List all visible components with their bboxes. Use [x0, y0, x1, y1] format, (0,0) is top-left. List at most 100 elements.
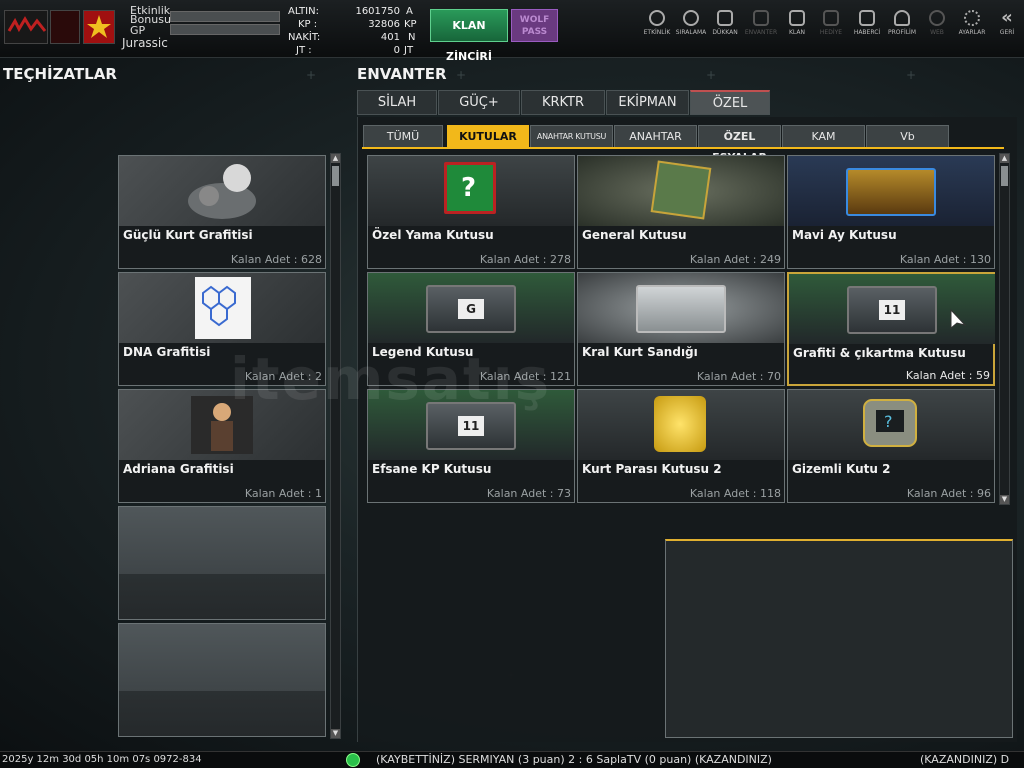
plus-marker: +: [706, 68, 717, 82]
rank-badge: [83, 10, 115, 44]
nav-geri[interactable]: «GERİ: [990, 7, 1024, 37]
nav-label: ETKİNLİK: [643, 29, 671, 36]
box-badge: G: [458, 299, 484, 319]
nav-label: PROFİLİM: [887, 29, 917, 36]
game-logo: [4, 10, 48, 44]
tab-ekipman[interactable]: EKİPMAN: [606, 90, 689, 115]
scroll-thumb[interactable]: [1001, 166, 1008, 186]
nav-haberci[interactable]: HABERCİ: [850, 10, 884, 36]
inventory-item[interactable]: ? Özel Yama Kutusu Kalan Adet : 278: [367, 155, 575, 269]
currency-unit: KP: [404, 19, 417, 30]
plus-marker: +: [906, 68, 917, 82]
item-name: Kurt Parası Kutusu 2: [582, 462, 722, 476]
subtab-anahtar[interactable]: ANAHTAR: [614, 125, 697, 148]
inventory-scrollbar[interactable]: ▲ ▼: [999, 153, 1010, 505]
currency-label: ALTIN:: [288, 6, 319, 17]
item-image: [578, 273, 784, 343]
item-image: ?: [368, 156, 574, 226]
wolf-pass-button[interactable]: WOLF PASS: [511, 9, 558, 42]
item-image: [578, 156, 784, 226]
server-time: 2025y 12m 30d 05h 10m 07s 0972-834: [2, 754, 202, 765]
wolf-pass-line2: PASS: [521, 27, 548, 37]
item-name: Özel Yama Kutusu: [372, 228, 494, 242]
gear-icon: [964, 10, 980, 26]
item-name: Gizemli Kutu 2: [792, 462, 891, 476]
empty-slot[interactable]: [118, 623, 326, 737]
nav-label: KLAN: [788, 29, 805, 36]
techizatlar-title: TEÇHİZATLAR: [3, 65, 117, 83]
card-name: DNA Grafitisi: [123, 345, 211, 359]
nav-etkinlik[interactable]: ETKİNLİK: [640, 10, 674, 36]
scroll-down-icon[interactable]: ▼: [331, 729, 340, 738]
item-name: General Kutusu: [582, 228, 687, 242]
globe-icon: [929, 10, 945, 26]
inventory-item-selected[interactable]: 11 Grafiti & çıkartma Kutusu Kalan Adet …: [787, 272, 995, 386]
medal-icon: [683, 10, 699, 26]
currency-value: 401: [380, 32, 400, 43]
box-badge: 11: [879, 300, 905, 320]
inventory-item[interactable]: Kurt Parası Kutusu 2 Kalan Adet : 118: [577, 389, 785, 503]
item-detail-panel: [665, 539, 1013, 738]
tab-ozel[interactable]: ÖZEL: [690, 90, 770, 115]
item-name: Efsane KP Kutusu: [372, 462, 492, 476]
inventory-icon: [753, 10, 769, 26]
item-image: G: [368, 273, 574, 343]
scroll-up-icon[interactable]: ▲: [331, 154, 340, 163]
gift-icon: [823, 10, 839, 26]
nav-dukkan[interactable]: DÜKKAN: [708, 10, 742, 36]
nav-siralama[interactable]: SIRALAMA: [674, 10, 708, 36]
inventory-item[interactable]: General Kutusu Kalan Adet : 249: [577, 155, 785, 269]
scroll-down-icon[interactable]: ▼: [1000, 495, 1009, 504]
tab-guc[interactable]: GÜÇ+: [438, 90, 520, 115]
tab-krktr[interactable]: KRKTR: [521, 90, 605, 115]
general-box-icon: [650, 160, 712, 220]
inventory-item[interactable]: Mavi Ay Kutusu Kalan Adet : 130: [787, 155, 995, 269]
gift-box-icon: ?: [444, 162, 496, 214]
tab-silah[interactable]: SİLAH: [357, 90, 437, 115]
scroll-thumb[interactable]: [332, 166, 339, 186]
card-image: [119, 273, 325, 343]
nav-hediye[interactable]: HEDİYE: [814, 10, 848, 36]
card-count: Kalan Adet : 628: [230, 253, 322, 266]
nav-label: DÜKKAN: [712, 29, 738, 36]
graffiti-box-icon: 11: [847, 286, 937, 334]
equipment-card[interactable]: Güçlü Kurt Grafitisi Kalan Adet : 628: [118, 155, 326, 269]
blue-moon-box-icon: [846, 168, 936, 216]
clock-icon: [649, 10, 665, 26]
status-icon: [346, 753, 360, 767]
subtab-kutular[interactable]: KUTULAR: [447, 125, 529, 148]
subtab-ozel-esyalar[interactable]: ÖZEL EŞYALAR: [698, 125, 781, 164]
subtab-anahtar-kutusu[interactable]: ANAHTAR KUTUSU: [530, 125, 613, 148]
klan-zinciri-button[interactable]: KLAN ZİNCİRİ: [430, 9, 508, 63]
legend-box-icon: G: [426, 285, 516, 333]
nav-envanter[interactable]: ENVANTER: [744, 10, 778, 36]
card-image: [119, 156, 325, 226]
nav-klan[interactable]: KLAN: [780, 10, 814, 36]
king-wolf-chest-icon: [636, 285, 726, 333]
subtab-tumu[interactable]: TÜMÜ: [363, 125, 443, 148]
item-image: [578, 390, 784, 460]
inventory-item[interactable]: ? Gizemli Kutu 2 Kalan Adet : 96: [787, 389, 995, 503]
plus-marker: +: [306, 68, 317, 82]
currency-value: 1601750: [355, 6, 400, 17]
subtab-kam[interactable]: KAM: [782, 125, 865, 148]
back-icon: «: [1001, 7, 1013, 28]
empty-slot[interactable]: [118, 506, 326, 620]
left-scrollbar[interactable]: ▲ ▼: [330, 153, 341, 739]
envanter-title: ENVANTER: [357, 65, 447, 83]
shield-icon: [789, 10, 805, 26]
item-count: Kalan Adet : 73: [486, 487, 571, 500]
subtab-vb[interactable]: Vb: [866, 125, 949, 148]
nav-web[interactable]: WEB: [920, 10, 954, 36]
nav-profilim[interactable]: PROFİLİM: [885, 10, 919, 36]
nav-ayarlar[interactable]: AYARLAR: [955, 10, 989, 36]
scroll-up-icon[interactable]: ▲: [1000, 154, 1009, 163]
currency-unit: JT: [404, 45, 414, 56]
item-count: Kalan Adet : 130: [899, 253, 991, 266]
currency-value: 0: [393, 45, 400, 56]
match-ticker-next: (KAZANDINIZ) D: [920, 753, 1010, 766]
item-count: Kalan Adet : 278: [479, 253, 571, 266]
inventory-item[interactable]: Kral Kurt Sandığı Kalan Adet : 70: [577, 272, 785, 386]
item-image: [788, 156, 994, 226]
item-count: Kalan Adet : 118: [689, 487, 781, 500]
